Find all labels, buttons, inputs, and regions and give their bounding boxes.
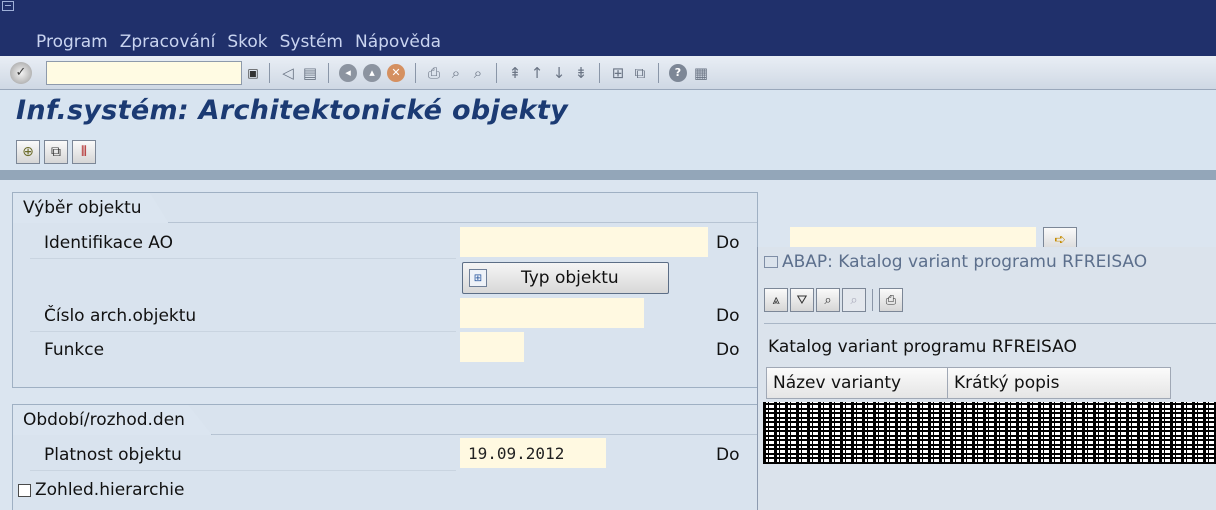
- page-title: Inf.systém: Architektonické objekty: [16, 95, 569, 126]
- label-identifikace-ao: Identifikace AO: [44, 233, 174, 253]
- menu-program[interactable]: Program: [36, 32, 108, 52]
- group-tab-period: Období/rozhod.den: [13, 405, 212, 435]
- help-icon[interactable]: ?: [669, 63, 687, 82]
- toolbar-separator: [415, 62, 416, 83]
- label-cislo-arch-objektu: Číslo arch.objektu: [44, 306, 197, 326]
- next-page-icon[interactable]: ↓: [549, 62, 569, 84]
- label-do-3: Do: [716, 340, 740, 360]
- toolbar-separator: [658, 62, 659, 83]
- label-do-4: Do: [716, 445, 740, 465]
- dialog-caption: Katalog variant programu RFREISAO: [768, 337, 1077, 357]
- dialog-divider: [764, 323, 1216, 324]
- dialog-toolbar-separator: [872, 289, 873, 311]
- platnost-objektu-input[interactable]: 19.09.2012: [460, 438, 606, 468]
- menu-zpracovani[interactable]: Zpracování: [120, 32, 216, 52]
- object-type-icon: ⊞: [469, 269, 487, 287]
- group-tab-object: Výběr objektu: [13, 193, 169, 223]
- save-icon[interactable]: ▤: [300, 62, 320, 84]
- dialog-title: ABAP: Katalog variant programu RFREISAO: [782, 252, 1148, 272]
- menu-skok[interactable]: Skok: [227, 32, 267, 52]
- first-page-icon[interactable]: ⇞: [505, 62, 525, 84]
- command-field[interactable]: [46, 60, 242, 85]
- standard-toolbar: ✓ ▣ ◁ ▤ ◂ ▴ ✕ ⎙ ⌕ ⌕ ⇞ ↑ ↓ ⇟ ⊞ ⧉ ? ▦: [0, 56, 1216, 90]
- variant-catalog-dialog: ABAP: Katalog variant programu RFREISAO …: [757, 247, 1216, 510]
- typ-objektu-button[interactable]: ⊞ Typ objektu: [462, 262, 669, 294]
- label-zohled-hierarchie: Zohled.hierarchie: [35, 480, 185, 500]
- label-do-2: Do: [716, 306, 740, 326]
- find-icon[interactable]: ⌕: [446, 62, 466, 84]
- dialog-title-bar[interactable]: ABAP: Katalog variant programu RFREISAO: [758, 247, 1216, 277]
- menu-system[interactable]: Systém: [280, 32, 343, 52]
- row-line: [30, 470, 456, 471]
- label-funkce: Funkce: [44, 340, 105, 360]
- toolbar-separator: [328, 62, 329, 83]
- row-line: [30, 258, 456, 259]
- cislo-arch-objektu-input[interactable]: [460, 298, 644, 328]
- toolbar-separator: [599, 62, 600, 83]
- find-icon[interactable]: ⌕: [816, 288, 840, 312]
- prev-page-icon[interactable]: ↑: [527, 62, 547, 84]
- cancel-icon[interactable]: ✕: [387, 63, 405, 82]
- new-session-icon[interactable]: ⊞: [608, 62, 628, 84]
- dialog-window-icon[interactable]: [764, 256, 778, 268]
- exit-icon[interactable]: ◂: [339, 63, 357, 82]
- dialog-toolbar: ⩓ ⛛ ⌕ ⌕ ⎙: [764, 285, 903, 315]
- command-history-icon[interactable]: ▣: [244, 61, 262, 85]
- sort-ascending-icon[interactable]: ⩓: [764, 288, 788, 312]
- get-variant-icon[interactable]: ⧉: [44, 140, 68, 164]
- layout-icon[interactable]: ▦: [691, 62, 711, 84]
- zohled-hierarchie-checkbox[interactable]: [18, 484, 31, 497]
- typ-objektu-label: Typ objektu: [521, 268, 619, 288]
- up-icon[interactable]: ▴: [363, 63, 381, 82]
- print-icon[interactable]: ⎙: [879, 288, 903, 312]
- last-page-icon[interactable]: ⇟: [571, 62, 591, 84]
- menu-bar: Program Zpracování Skok Systém Nápověda: [36, 32, 441, 52]
- identifikace-ao-from-input[interactable]: [460, 227, 708, 257]
- title-bar: Program Zpracování Skok Systém Nápověda: [0, 0, 1216, 56]
- toolbar-separator: [496, 62, 497, 83]
- label-platnost-objektu: Platnost objektu: [44, 445, 182, 465]
- column-header-variant-name[interactable]: Název varianty: [766, 367, 948, 399]
- label-do-1: Do: [716, 233, 740, 253]
- filter-icon[interactable]: ⛛: [790, 288, 814, 312]
- print-icon[interactable]: ⎙: [424, 62, 444, 84]
- application-toolbar: ⊕ ⧉ ⦀: [16, 140, 96, 164]
- execute-icon[interactable]: ⊕: [16, 140, 40, 164]
- multiple-selection-icon[interactable]: ⦀: [72, 140, 96, 164]
- row-line: [30, 331, 456, 332]
- column-header-short-description[interactable]: Krátký popis: [947, 367, 1171, 399]
- shortcut-icon[interactable]: ⧉: [630, 62, 650, 84]
- funkce-input[interactable]: [460, 332, 524, 362]
- find-next-icon: ⌕: [842, 288, 866, 312]
- redacted-variant-list: [763, 402, 1216, 464]
- back-icon[interactable]: ◁: [278, 62, 298, 84]
- find-next-icon[interactable]: ⌕: [468, 62, 488, 84]
- enter-icon[interactable]: ✓: [10, 61, 32, 84]
- header-divider: [0, 170, 1216, 180]
- toolbar-separator: [269, 62, 270, 83]
- menu-napoveda[interactable]: Nápověda: [355, 32, 441, 52]
- window-menu-icon[interactable]: [2, 1, 14, 11]
